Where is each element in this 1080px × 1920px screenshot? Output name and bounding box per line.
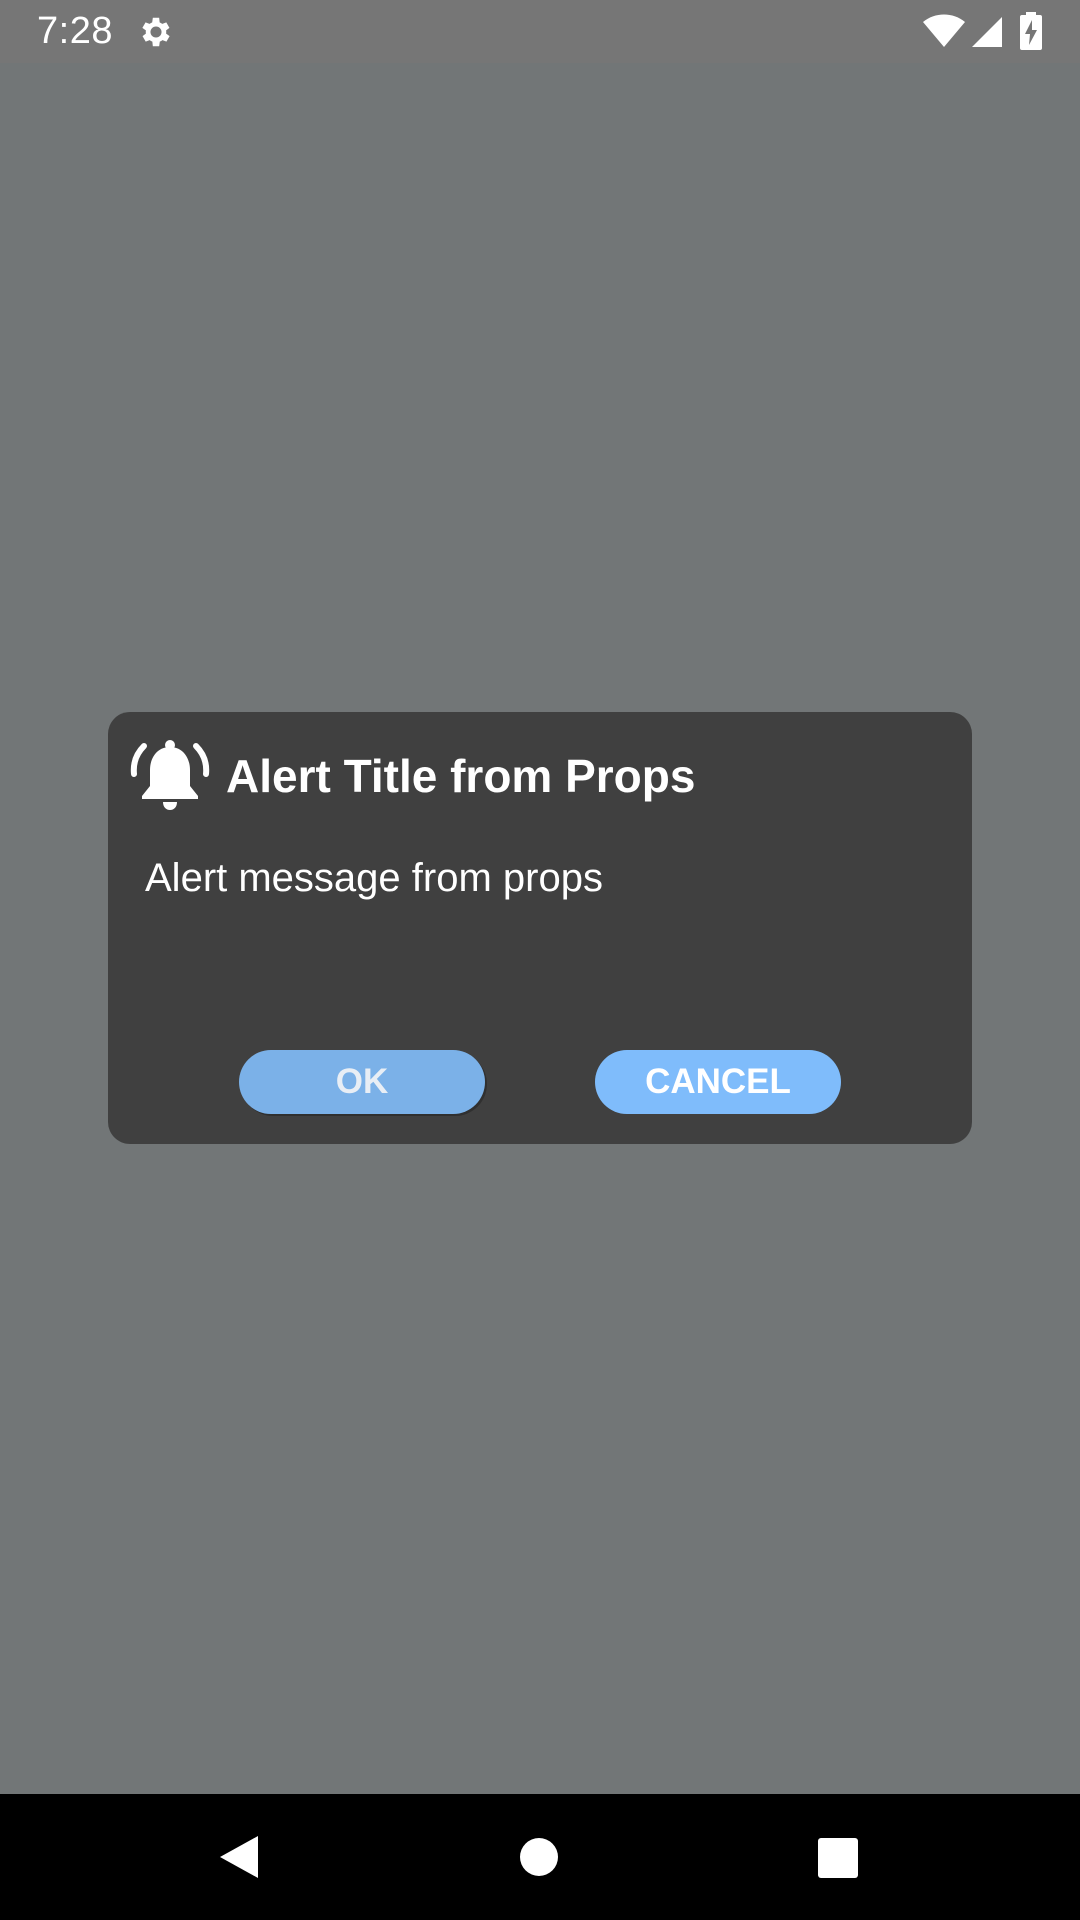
bell-ringing-icon <box>130 740 210 810</box>
dialog-title: Alert Title from Props <box>226 750 696 802</box>
battery-charging-icon <box>1020 12 1042 50</box>
cancel-button[interactable]: CANCEL <box>595 1050 841 1114</box>
navigation-bar <box>0 1794 1080 1920</box>
status-bar: 7:28 <box>0 0 1080 63</box>
ok-button[interactable]: OK <box>239 1050 485 1114</box>
status-time: 7:28 <box>37 10 113 52</box>
home-icon[interactable] <box>520 1838 558 1876</box>
recents-icon[interactable] <box>818 1838 858 1878</box>
dialog-message: Alert message from props <box>145 856 603 900</box>
back-icon[interactable] <box>218 1834 260 1880</box>
gear-icon <box>142 17 170 47</box>
cell-signal-icon <box>972 17 1002 47</box>
alert-dialog: Alert Title from Props Alert message fro… <box>108 712 972 1144</box>
wifi-icon <box>923 14 965 47</box>
